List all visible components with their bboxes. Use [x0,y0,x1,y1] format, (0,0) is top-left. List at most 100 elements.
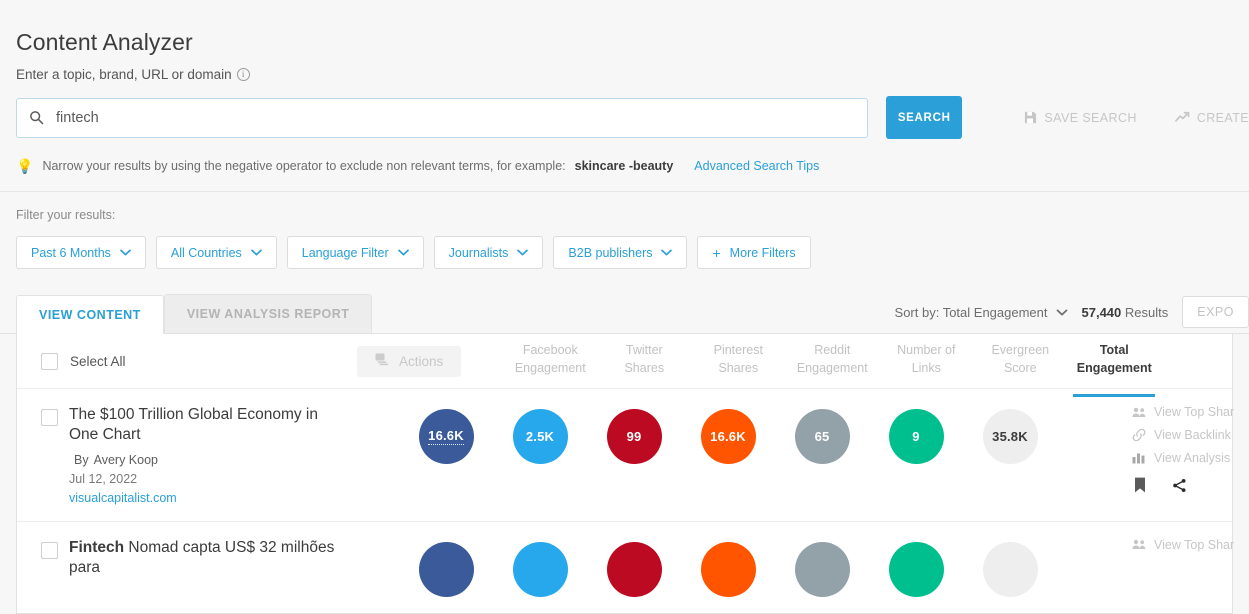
metric-pinterest-shares: 99 [587,409,681,465]
column-total-engagement[interactable]: Total Engagement [1067,341,1161,398]
column-line2: Shares [718,361,759,376]
metric-twitter-shares: 2.5K [493,409,587,465]
save-search-button[interactable]: SAVE SEARCH [1024,111,1136,125]
select-all-checkbox[interactable] [41,352,58,370]
link-label: View Top Shar [1154,537,1235,552]
metric-bubble[interactable]: 2.5K [512,409,568,465]
column-line1: Evergreen [991,343,1050,358]
filter-chip-more-filters[interactable]: + More Filters [697,236,811,270]
metric-evergreen-score: 9 [869,409,963,465]
bookmark-icon[interactable] [1134,477,1146,493]
column-line1: Reddit [814,343,851,358]
view-analysis-link[interactable]: View Analysis [1132,451,1232,465]
column-number-of-links[interactable]: Number of Links [879,341,973,389]
column-line2: Score [1003,361,1037,376]
column-reddit-engagement[interactable]: Reddit Engagement [785,341,879,389]
column-line2: Engagement [514,361,586,376]
column-line1: Twitter [625,343,663,358]
row-title-keyword: Fintech [69,538,125,556]
advanced-search-tips-link[interactable]: Advanced Search Tips [694,159,819,173]
metric-bubble[interactable] [794,541,850,597]
people-icon [1132,539,1146,550]
sort-by-dropdown[interactable]: Sort by: Total Engagement [895,305,1068,320]
metric-bubble[interactable] [700,541,756,597]
create-button[interactable]: CREATE [1174,111,1249,125]
tab-view-analysis-report[interactable]: VIEW ANALYSIS REPORT [163,294,373,334]
row-metrics: 16.6K 2.5K 99 16.6K 65 9 35.8K [399,405,1057,504]
metric-number-of-links [775,541,869,597]
column-line1: Total [1099,343,1129,358]
info-icon[interactable]: i [236,68,250,82]
view-backlinks-link[interactable]: View Backlink [1132,428,1232,442]
column-evergreen-score[interactable]: Evergreen Score [973,341,1067,389]
metric-reddit-engagement: 16.6K [681,409,775,465]
filter-chip-language-filter[interactable]: Language Filter [286,236,424,270]
row-checkbox[interactable] [41,541,58,559]
metric-facebook-engagement [399,541,493,597]
row-checkbox[interactable] [41,409,58,427]
column-twitter-shares[interactable]: Twitter Shares [597,341,691,389]
view-top-sharers-link[interactable]: View Top Shar [1132,537,1235,552]
metric-bubble[interactable] [606,541,662,597]
row-title[interactable]: The $100 Trillion Global Economy in One … [69,405,347,445]
metric-value: 16.6K [428,428,464,446]
page-subtitle: Enter a topic, brand, URL or domain i [16,67,1249,82]
filter-chip-b2b-publishers[interactable]: B2B publishers [553,236,688,270]
row-title[interactable]: Fintech Nomad capta US$ 32 milhões para [69,538,347,578]
search-button[interactable]: SEARCH [885,96,963,140]
metric-bubble[interactable]: 16.6K [700,409,756,465]
metric-reddit-engagement [681,541,775,597]
row-info: The $100 Trillion Global Economy in One … [69,405,357,504]
table-header: Select All Actions Facebook Engagement T… [17,334,1232,398]
link-label: View Top Shar [1154,405,1235,420]
metric-value: 65 [814,429,830,445]
search-row: SEARCH SAVE SEARCH CREATE [0,96,1249,140]
tip-example: skincare -beauty [574,159,674,174]
column-facebook-engagement[interactable]: Facebook Engagement [503,341,597,389]
metric-value: 99 [626,429,642,445]
filter-chip-past-6-months[interactable]: Past 6 Months [16,236,146,270]
view-top-sharers-link[interactable]: View Top Shar [1132,405,1235,420]
metric-total-engagement [963,541,1057,597]
metric-bubble[interactable]: 99 [606,409,662,465]
column-pinterest-shares[interactable]: Pinterest Shares [691,341,785,389]
select-all-label: Select All [70,353,126,369]
metric-bubble[interactable] [418,541,474,597]
filter-chip-all-countries[interactable]: All Countries [155,236,277,270]
filters-section: Filter your results: Past 6 Months All C… [0,192,1249,270]
column-line1: Pinterest [713,343,763,358]
row-action-links: View Top Shar [1122,537,1235,552]
metric-bubble[interactable] [982,541,1038,597]
metric-bubble[interactable] [888,541,944,597]
export-button[interactable]: EXPO [1182,296,1249,329]
filter-chips: Past 6 Months All Countries Language Fil… [16,236,1233,270]
tip-text: Narrow your results by using the negativ… [42,159,566,174]
column-line1: Facebook [522,343,578,358]
people-icon [1132,407,1146,417]
metric-bubble[interactable]: 16.6K [418,409,474,465]
metric-bubble[interactable]: 35.8K [982,409,1038,465]
layers-icon [375,353,389,369]
search-input[interactable] [56,109,855,126]
row-domain-link[interactable]: visualcapitalist.com [69,491,347,505]
row-metrics [399,538,1057,597]
search-box[interactable] [16,97,868,138]
filter-chip-journalists[interactable]: Journalists [433,236,544,270]
metric-twitter-shares [493,541,587,597]
link-icon [1132,429,1146,442]
row-checkbox-cell [27,405,69,504]
metric-bubble[interactable] [512,541,568,597]
metric-value: 9 [912,429,920,445]
tab-view-content[interactable]: VIEW CONTENT [16,295,164,335]
actions-label: Actions [399,353,444,369]
row-checkbox-cell [27,538,69,597]
bar-chart-icon [1132,453,1145,464]
tabs-row: VIEW CONTENT VIEW ANALYSIS REPORT Sort b… [0,294,1249,335]
metric-bubble[interactable]: 9 [888,409,944,465]
share-icon[interactable] [1172,478,1187,493]
chevron-down-icon [397,249,409,256]
actions-button[interactable]: Actions [357,345,462,377]
metric-number-of-links: 65 [775,409,869,465]
search-icon [29,110,44,125]
metric-bubble[interactable]: 65 [794,409,850,465]
